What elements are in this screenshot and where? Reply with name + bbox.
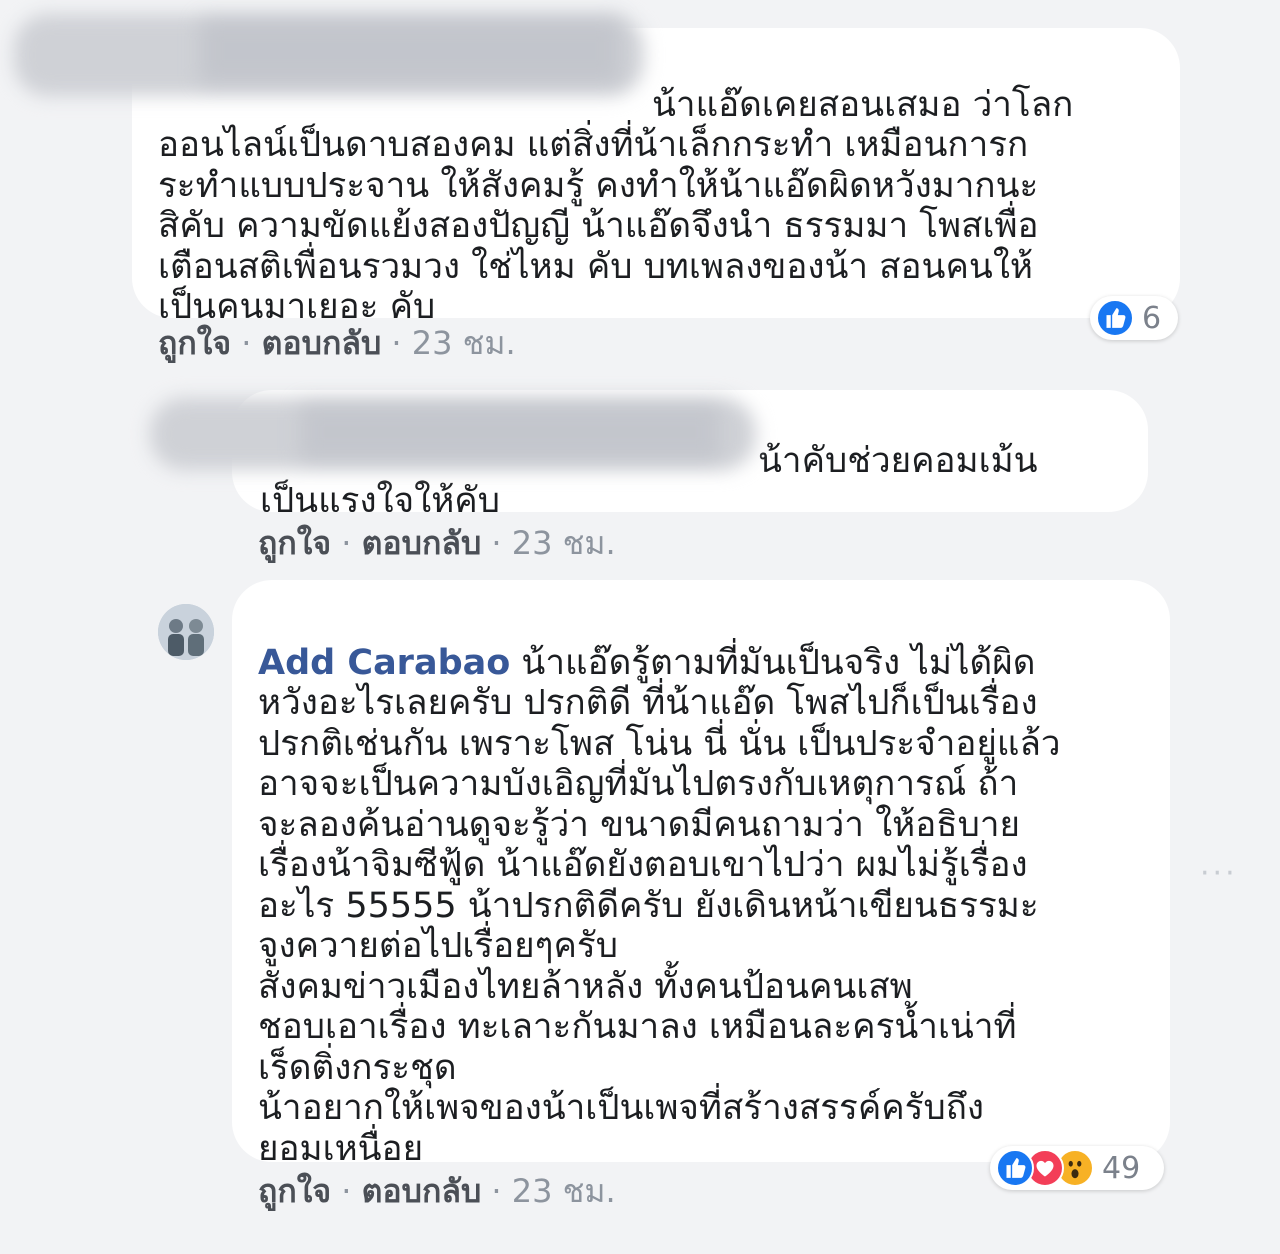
reaction-count: 6 [1142,300,1162,336]
separator: · [341,1172,352,1210]
comment-author[interactable]: Add Carabao [258,643,510,683]
redacted-author-avatar [200,18,620,84]
comment-actions: ถูกใจ · ตอบกลับ · 23 ชม. [258,1166,616,1217]
comment-actions: ถูกใจ · ตอบกลับ · 23 ชม. [158,318,516,369]
separator: · [241,324,252,362]
reply-link[interactable]: ตอบกลับ [362,524,482,562]
like-link[interactable]: ถูกใจ [158,324,231,362]
comment-time[interactable]: 23 ชม. [512,1172,616,1210]
separator: · [491,1172,502,1210]
like-link[interactable]: ถูกใจ [258,1172,331,1210]
reply-link[interactable]: ตอบกลับ [262,324,382,362]
reply-link[interactable]: ตอบกลับ [362,1172,482,1210]
comment-time[interactable]: 23 ชม. [412,324,516,362]
like-link[interactable]: ถูกใจ [258,524,331,562]
comment-time[interactable]: 23 ชม. [512,524,616,562]
like-icon [1096,299,1134,337]
like-icon [996,1149,1034,1187]
comment-text: Add Carabao น้าแอ๊ดรู้ตามที่มันเป็นจริง … [258,642,1061,1169]
separator: · [391,324,402,362]
avatar-photo-icon [158,604,214,660]
reaction-summary[interactable]: 6 [1090,296,1178,340]
redacted-author-avatar [300,402,720,462]
comment-bubble: Add Carabao น้าแอ๊ดรู้ตามที่มันเป็นจริง … [232,580,1170,1169]
avatar[interactable] [158,604,214,660]
reaction-summary[interactable]: 49 [990,1146,1164,1190]
more-options-icon[interactable]: ··· [1200,856,1238,891]
separator: · [341,524,352,562]
reaction-count: 49 [1102,1150,1141,1186]
separator: · [491,524,502,562]
comment-actions: ถูกใจ · ตอบกลับ · 23 ชม. [258,518,616,569]
